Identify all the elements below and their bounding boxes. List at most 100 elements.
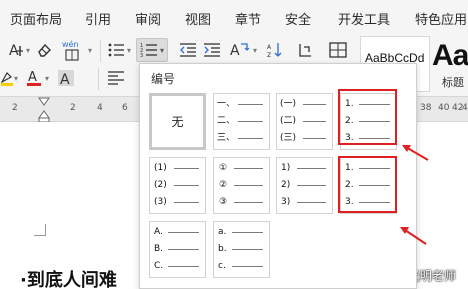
heading-style-sample[interactable]: AaB xyxy=(432,39,468,73)
numbering-marker: b. xyxy=(218,244,227,254)
tab-section[interactable]: 章节 xyxy=(235,9,261,28)
svg-text:3: 3 xyxy=(140,53,143,58)
heading-style-label: 标题 xyxy=(442,76,464,89)
document-heading[interactable]: ·到底人间难 xyxy=(20,266,117,289)
eraser-icon[interactable] xyxy=(34,40,54,60)
numbering-option-circled[interactable]: ① ② ③ xyxy=(213,157,270,214)
numbering-option-chinese-paren[interactable]: (一) (二) (三) xyxy=(276,93,333,150)
placeholder-line xyxy=(168,266,199,267)
placeholder-line xyxy=(232,266,263,267)
table-border-icon[interactable] xyxy=(328,40,348,60)
ruler-number: 4 xyxy=(97,103,103,113)
chevron-down-icon[interactable]: ▾ xyxy=(45,74,49,83)
sort-icon[interactable]: AZ xyxy=(266,40,286,60)
tab-page-layout[interactable]: 页面布局 xyxy=(10,9,62,28)
placeholder-line xyxy=(238,121,263,122)
chevron-down-icon[interactable]: ▾ xyxy=(88,46,92,55)
numbering-marker: c. xyxy=(218,261,226,271)
numbering-marker: 2) xyxy=(281,180,291,190)
indent-marker-icon[interactable] xyxy=(37,97,51,123)
tab-special-apps[interactable]: 特色应用 xyxy=(415,9,467,28)
arrow-icon xyxy=(400,227,427,245)
tab-security[interactable]: 安全 xyxy=(285,9,311,28)
highlight-icon[interactable] xyxy=(0,68,14,88)
svg-text:A: A xyxy=(28,70,37,85)
align-left-icon[interactable] xyxy=(106,68,126,88)
placeholder-line xyxy=(238,104,263,105)
numbering-marker: (2) xyxy=(154,180,167,190)
svg-text:A: A xyxy=(60,72,70,87)
increase-indent-icon[interactable] xyxy=(202,40,222,60)
text-direction-icon[interactable]: A xyxy=(228,39,252,61)
placeholder-line xyxy=(174,185,199,186)
text-format-icon[interactable]: A xyxy=(6,40,28,60)
placeholder-line xyxy=(168,232,199,233)
svg-text:A: A xyxy=(267,44,272,51)
arrow-icon xyxy=(402,145,429,161)
numbering-marker: ③ xyxy=(219,197,228,207)
none-label: 无 xyxy=(171,115,184,129)
ribbon-tab-bar: 页面布局 引用 审阅 视图 章节 安全 开发工具 特色应用 xyxy=(0,0,468,34)
numbering-option-none[interactable]: 无 xyxy=(149,93,206,150)
numbering-marker: (二) xyxy=(280,116,297,126)
placeholder-line xyxy=(234,202,263,203)
divider xyxy=(98,68,99,90)
placeholder-line xyxy=(297,168,326,169)
placeholder-line xyxy=(168,249,199,250)
numbering-marker: 3) xyxy=(281,197,291,207)
divider xyxy=(100,40,101,62)
bullet-list-icon[interactable] xyxy=(106,40,126,60)
placeholder-line xyxy=(238,138,263,139)
ruler-number: 6 xyxy=(122,103,128,113)
numbering-marker: 三、 xyxy=(217,133,236,143)
numbering-option-lower-alpha[interactable]: a. b. c. xyxy=(213,221,270,278)
numbering-marker: (1) xyxy=(154,163,167,173)
tab-review[interactable]: 审阅 xyxy=(135,9,161,28)
numbering-marker: ① xyxy=(219,163,228,173)
chevron-down-icon[interactable]: ▾ xyxy=(253,46,257,55)
tab-references[interactable]: 引用 xyxy=(85,9,111,28)
ruler-number: 2 xyxy=(70,103,76,113)
page-margin-mark xyxy=(34,224,46,236)
numbering-option-paren-number[interactable]: (1) (2) (3) xyxy=(149,157,206,214)
pinyin-text: wén xyxy=(62,39,79,49)
highlight-box xyxy=(338,156,397,213)
font-color-icon[interactable]: A xyxy=(24,68,44,88)
numbering-marker: a. xyxy=(218,227,227,237)
placeholder-line xyxy=(234,185,263,186)
chevron-down-icon[interactable]: ▾ xyxy=(127,46,131,55)
placeholder-line xyxy=(297,185,326,186)
numbering-button[interactable]: 123 ▾ xyxy=(136,38,168,62)
placeholder-line xyxy=(174,168,199,169)
ruler-number: 38 xyxy=(420,103,432,113)
tab-view[interactable]: 视图 xyxy=(185,9,211,28)
numbering-marker: (一) xyxy=(280,99,297,109)
numbering-option-upper-alpha[interactable]: A. B. C. xyxy=(149,221,206,278)
placeholder-line xyxy=(303,121,326,122)
chevron-down-icon[interactable]: ▾ xyxy=(26,46,30,55)
numbering-option-number-paren[interactable]: 1) 2) 3) xyxy=(276,157,333,214)
panel-title: 编号 xyxy=(151,72,176,86)
placeholder-line xyxy=(232,249,263,250)
numbering-option-chinese[interactable]: 一、 二、 三、 xyxy=(213,93,270,150)
chevron-down-icon[interactable]: ▾ xyxy=(160,46,164,55)
numbering-marker: (三) xyxy=(280,133,297,143)
svg-text:A: A xyxy=(230,43,240,59)
placeholder-line xyxy=(297,202,326,203)
decrease-indent-icon[interactable] xyxy=(178,40,198,60)
numbering-marker: ② xyxy=(219,180,228,190)
placeholder-line xyxy=(234,168,263,169)
phonetic-guide-icon[interactable]: wén xyxy=(60,38,86,62)
show-marks-icon[interactable] xyxy=(296,40,316,60)
svg-text:Z: Z xyxy=(267,52,271,58)
character-shading-icon[interactable]: A xyxy=(56,68,76,88)
tab-developer-tools[interactable]: 开发工具 xyxy=(338,9,390,28)
placeholder-line xyxy=(303,104,326,105)
placeholder-line xyxy=(232,232,263,233)
numbering-marker: 二、 xyxy=(217,116,236,126)
ruler-number: 2 xyxy=(12,103,18,113)
numbering-marker: C. xyxy=(154,261,164,271)
numbering-marker: (3) xyxy=(154,197,167,207)
numbering-marker: A. xyxy=(154,227,163,237)
chevron-down-icon[interactable]: ▾ xyxy=(14,74,18,83)
